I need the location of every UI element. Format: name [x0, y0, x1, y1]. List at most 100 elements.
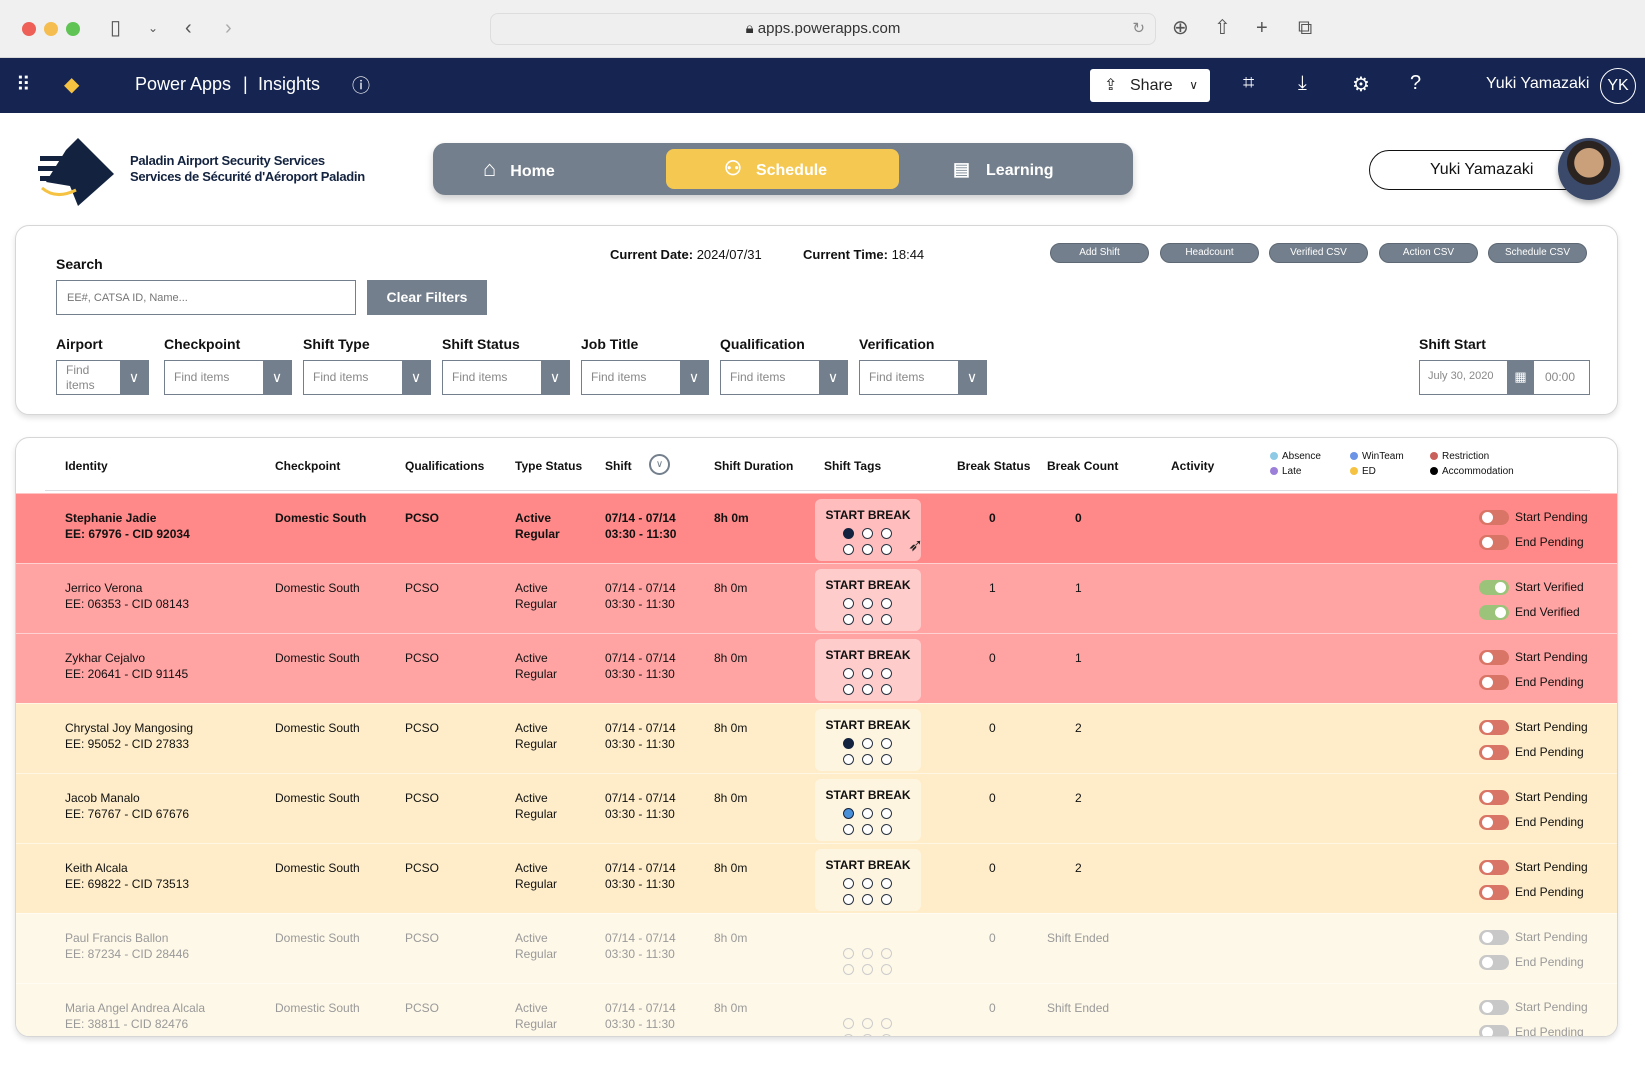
start-verification-toggle[interactable]: Start Pending [1479, 998, 1588, 1016]
break-dot-icon[interactable] [862, 528, 873, 539]
shift-status-dropdown[interactable]: Find items ∨ [442, 360, 570, 395]
table-row[interactable]: Zykhar Cejalvo EE: 20641 - CID 91145 Domes… [16, 633, 1617, 703]
toggle-switch[interactable] [1479, 605, 1509, 621]
reload-icon[interactable]: ↻ [1132, 14, 1145, 44]
download-icon[interactable]: ⤓ [1298, 72, 1307, 95]
chevron-down-icon[interactable]: ∨ [263, 361, 291, 394]
break-dot-icon[interactable] [862, 598, 873, 609]
break-dot-icon[interactable] [843, 824, 854, 835]
fit-to-screen-icon[interactable]: ⌗ [1243, 72, 1254, 95]
shift-tags[interactable]: START BREAK [815, 779, 921, 841]
start-break-button[interactable]: START BREAK [815, 578, 921, 592]
shift-tags[interactable]: START BREAK [815, 709, 921, 771]
toggle-switch[interactable] [1479, 580, 1509, 596]
break-dot-icon[interactable] [862, 824, 873, 835]
add-shift-button[interactable]: Add Shift [1050, 243, 1149, 263]
end-verification-toggle[interactable]: End Pending [1479, 673, 1584, 691]
shift-start-time[interactable]: 00:00 [1545, 370, 1575, 384]
header-activity[interactable]: Activity [1171, 459, 1214, 473]
start-verification-toggle[interactable]: Start Pending [1479, 718, 1588, 736]
break-dot-icon[interactable] [843, 754, 854, 765]
forward-icon[interactable]: › [225, 16, 232, 40]
break-dot-icon[interactable] [843, 878, 854, 889]
break-dot-icon[interactable] [862, 808, 873, 819]
table-row[interactable]: Keith Alcala EE: 69822 - CID 73513 Domesti… [16, 843, 1617, 913]
toggle-switch[interactable] [1479, 675, 1509, 691]
minimize-window-button[interactable] [44, 22, 58, 36]
toggle-switch[interactable] [1479, 815, 1509, 831]
break-dot-icon[interactable] [862, 668, 873, 679]
sort-chevron-icon[interactable]: ∨ [649, 454, 670, 475]
break-dot-icon[interactable] [881, 878, 892, 889]
start-verification-toggle[interactable]: Start Verified [1479, 578, 1584, 596]
break-dot-icon[interactable] [881, 964, 892, 975]
break-dot-icon[interactable] [881, 738, 892, 749]
toggle-switch[interactable] [1479, 720, 1509, 736]
break-dot-icon[interactable] [843, 1034, 854, 1036]
help-icon[interactable]: ? [1410, 72, 1421, 95]
tab-schedule[interactable]: ⚇ Schedule [666, 149, 899, 189]
start-break-button[interactable]: START BREAK [815, 718, 921, 732]
toggle-switch[interactable] [1479, 790, 1509, 806]
address-bar[interactable]: 🔒︎ apps.powerapps.com ↻ [490, 13, 1156, 45]
tab-learning[interactable]: ▤ Learning [953, 149, 1123, 189]
tabs-overview-icon[interactable]: ⧉ [1298, 16, 1312, 40]
chevron-down-icon[interactable]: ∨ [819, 361, 847, 394]
shift-type-dropdown[interactable]: Find items ∨ [303, 360, 431, 395]
start-verification-toggle[interactable]: Start Pending [1479, 928, 1588, 946]
maximize-window-button[interactable] [66, 22, 80, 36]
toggle-switch[interactable] [1479, 650, 1509, 666]
break-dot-icon[interactable] [843, 808, 854, 819]
toggle-switch[interactable] [1479, 745, 1509, 761]
end-verification-toggle[interactable]: End Pending [1479, 533, 1584, 551]
toggle-switch[interactable] [1479, 1000, 1509, 1016]
break-dot-icon[interactable] [843, 668, 854, 679]
break-dot-icon[interactable] [881, 1018, 892, 1029]
break-dot-icon[interactable] [862, 614, 873, 625]
chevron-down-icon[interactable]: ∨ [958, 361, 986, 394]
sidebar-toggle-icon[interactable]: ▯ [110, 16, 121, 40]
break-dot-icon[interactable] [843, 684, 854, 695]
toggle-switch[interactable] [1479, 885, 1509, 901]
break-dot-icon[interactable] [843, 1018, 854, 1029]
break-dot-icon[interactable] [862, 754, 873, 765]
break-dot-icon[interactable] [843, 528, 854, 539]
job-title-dropdown[interactable]: Find items ∨ [581, 360, 709, 395]
break-dot-icon[interactable] [843, 964, 854, 975]
chevron-down-icon[interactable]: ∨ [541, 361, 569, 394]
end-verification-toggle[interactable]: End Pending [1479, 953, 1584, 971]
user-photo[interactable] [1558, 138, 1620, 200]
toggle-switch[interactable] [1479, 860, 1509, 876]
qualification-dropdown[interactable]: Find items ∨ [720, 360, 848, 395]
headcount-button[interactable]: Headcount [1160, 243, 1259, 263]
break-dot-icon[interactable] [843, 614, 854, 625]
shift-tags[interactable]: START BREAK [815, 849, 921, 911]
calendar-icon[interactable]: ▦ [1507, 361, 1534, 394]
tab-home[interactable]: ⌂ Home [483, 149, 663, 189]
end-verification-toggle[interactable]: End Pending [1479, 1023, 1584, 1036]
schedule-csv-button[interactable]: Schedule CSV [1488, 243, 1587, 263]
break-dot-icon[interactable] [881, 598, 892, 609]
start-verification-toggle[interactable]: Start Pending [1479, 858, 1588, 876]
break-dot-icon[interactable] [881, 754, 892, 765]
start-break-button[interactable]: START BREAK [815, 858, 921, 872]
break-dot-icon[interactable] [881, 824, 892, 835]
break-dot-icon[interactable] [862, 684, 873, 695]
back-icon[interactable]: ‹ [185, 16, 192, 40]
chevron-down-icon[interactable]: ∨ [120, 361, 148, 394]
end-verification-toggle[interactable]: End Pending [1479, 813, 1584, 831]
downloads-icon[interactable]: ⊕ [1172, 16, 1189, 40]
header-shift-duration[interactable]: Shift Duration [714, 459, 793, 473]
toggle-switch[interactable] [1479, 510, 1509, 526]
break-dot-icon[interactable] [862, 1018, 873, 1029]
start-verification-toggle[interactable]: Start Pending [1479, 648, 1588, 666]
verification-dropdown[interactable]: Find items ∨ [859, 360, 987, 395]
table-row[interactable]: Jerrico Verona EE: 06353 - CID 08143 Domes… [16, 563, 1617, 633]
break-dot-icon[interactable] [862, 1034, 873, 1036]
airport-dropdown[interactable]: Find items ∨ [56, 360, 149, 395]
close-window-button[interactable] [22, 22, 36, 36]
new-tab-icon[interactable]: + [1256, 16, 1268, 40]
chevron-down-icon[interactable]: ∨ [680, 361, 708, 394]
table-row[interactable]: Jacob Manalo EE: 76767 - CID 67676 Domesti… [16, 773, 1617, 843]
shift-tags[interactable] [815, 989, 921, 1036]
